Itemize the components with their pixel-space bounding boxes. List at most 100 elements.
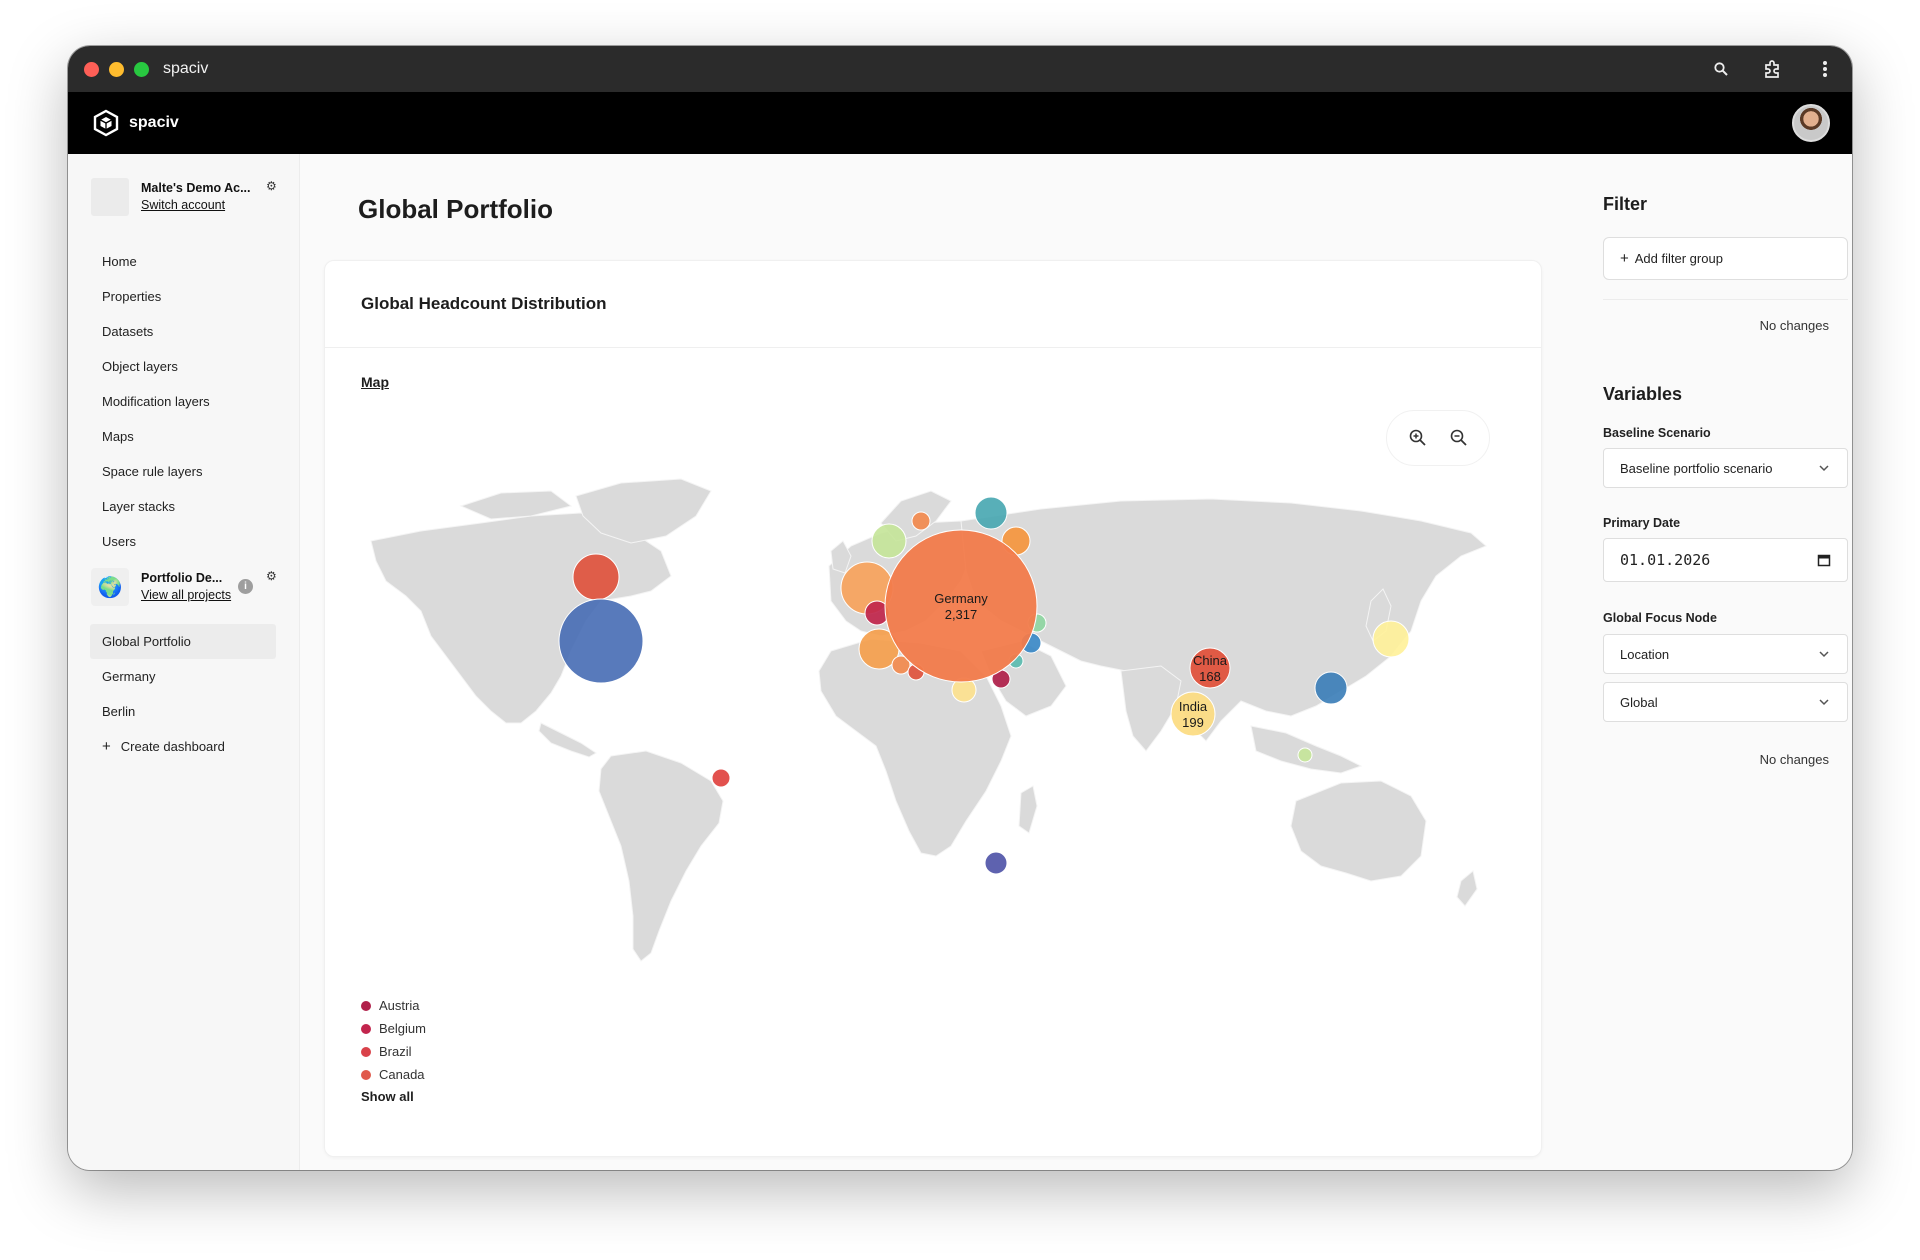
map-south-america (598, 750, 724, 962)
primary-date-value: 01.01.2026 (1620, 551, 1711, 569)
create-dashboard-button[interactable]: + Create dashboard (90, 729, 276, 764)
map-madagascar (1018, 785, 1038, 834)
map-bubble[interactable] (711, 768, 731, 788)
map-bubble[interactable] (871, 523, 907, 559)
create-dashboard-label: Create dashboard (120, 739, 225, 754)
account-settings-gear-icon[interactable]: ⚙ (266, 179, 277, 193)
headcount-card: Global Headcount Distribution Map German… (324, 260, 1542, 1157)
map-legend: Austria Belgium Brazil Canada (361, 994, 426, 1086)
dashboard-item-germany[interactable]: Germany (90, 659, 276, 694)
project-switcher: 🌍 Portfolio De... View all projects (91, 568, 231, 606)
legend-item-brazil[interactable]: Brazil (361, 1040, 426, 1063)
bubble-value: 2,317 (945, 607, 978, 622)
legend-dot (361, 1023, 371, 1034)
legend-item-austria[interactable]: Austria (361, 994, 426, 1017)
zoom-in-icon[interactable] (1404, 424, 1432, 452)
nav-item-object-layers[interactable]: Object layers (90, 349, 276, 384)
view-all-projects-link[interactable]: View all projects (141, 588, 231, 602)
minimize-window-button[interactable] (109, 61, 124, 77)
plus-icon: + (102, 738, 111, 755)
tab-map[interactable]: Map (361, 374, 389, 390)
account-avatar (91, 178, 129, 216)
map-bubble[interactable] (1297, 747, 1313, 763)
nav-item-space-rule-layers[interactable]: Space rule layers (90, 454, 276, 489)
map-australia (1290, 780, 1427, 882)
browser-window: spaciv spaciv Malte's Demo Ac... Switch … (68, 46, 1852, 1170)
legend-label: Canada (379, 1067, 425, 1082)
zoom-controls (1386, 410, 1490, 466)
legend-item-belgium[interactable]: Belgium (361, 1017, 426, 1040)
baseline-scenario-select[interactable]: Baseline portfolio scenario (1603, 448, 1848, 488)
map-bubble[interactable] (558, 598, 644, 684)
variables-status: No changes (1759, 752, 1829, 767)
focus-node-type-select[interactable]: Location (1603, 634, 1848, 674)
nav-item-maps[interactable]: Maps (90, 419, 276, 454)
legend-dot (361, 1069, 371, 1080)
page-title: Global Portfolio (358, 194, 553, 224)
nav-item-layer-stacks[interactable]: Layer stacks (90, 489, 276, 524)
zoom-out-icon[interactable] (1445, 424, 1473, 452)
filter-divider (1603, 299, 1848, 300)
calendar-icon[interactable] (1817, 553, 1831, 567)
map-bubble[interactable] (1314, 671, 1348, 705)
filter-status: No changes (1759, 318, 1829, 333)
map-bubble[interactable] (911, 511, 931, 531)
search-icon[interactable] (1710, 58, 1732, 80)
map-bubble[interactable] (1372, 620, 1410, 658)
legend-label: Belgium (379, 1021, 426, 1036)
map-new-zealand (1456, 870, 1478, 907)
legend-label: Austria (379, 998, 420, 1013)
legend-label: Brazil (379, 1044, 412, 1059)
chevron-down-icon (1819, 651, 1829, 658)
dashboard-list: Global Portfolio Germany Berlin + Create… (90, 624, 276, 764)
account-name: Malte's Demo Ac... (141, 181, 251, 195)
dashboard-item-global-portfolio[interactable]: Global Portfolio (90, 624, 276, 659)
nav-item-users[interactable]: Users (90, 524, 276, 559)
nav-item-modification-layers[interactable]: Modification layers (90, 384, 276, 419)
nav-item-datasets[interactable]: Datasets (90, 314, 276, 349)
map-bubble-germany[interactable] (884, 529, 1038, 683)
project-info-icon[interactable]: i (238, 579, 253, 594)
main-nav: Home Properties Datasets Object layers M… (90, 244, 276, 559)
chevron-down-icon (1819, 465, 1829, 472)
bubble-label: Germany (934, 591, 988, 606)
primary-date-input[interactable]: 01.01.2026 (1603, 538, 1848, 582)
map-bubble[interactable] (572, 553, 620, 601)
maximize-window-button[interactable] (134, 61, 149, 77)
project-settings-gear-icon[interactable]: ⚙ (266, 569, 277, 583)
brand-name: spaciv (129, 114, 179, 131)
world-map[interactable]: Germany2,317 India199 China168 (361, 461, 1501, 981)
window-controls (84, 61, 149, 77)
card-divider (325, 347, 1541, 348)
user-avatar[interactable] (1792, 104, 1830, 142)
map-bubble[interactable] (974, 496, 1008, 530)
filter-heading: Filter (1603, 194, 1648, 214)
title-bar: spaciv (68, 46, 1852, 92)
switch-account-link[interactable]: Switch account (141, 198, 251, 212)
focus-node-type-value: Location (1620, 646, 1670, 662)
focus-node-value: Global (1620, 694, 1658, 710)
bubble-value: 199 (1182, 715, 1204, 730)
show-all-legend-button[interactable]: Show all (361, 1089, 414, 1104)
window-title: spaciv (163, 60, 209, 77)
global-focus-node-label: Global Focus Node (1603, 611, 1717, 625)
dashboard-item-berlin[interactable]: Berlin (90, 694, 276, 729)
primary-date-label: Primary Date (1603, 516, 1681, 530)
extension-icon[interactable] (1762, 58, 1784, 80)
nav-item-home[interactable]: Home (90, 244, 276, 279)
map-central-america (538, 722, 597, 758)
more-menu-icon[interactable] (1814, 58, 1836, 80)
add-filter-group-button[interactable]: + Add filter group (1603, 237, 1848, 280)
focus-node-select[interactable]: Global (1603, 682, 1848, 722)
sidebar: Malte's Demo Ac... Switch account ⚙ Home… (68, 154, 300, 1170)
chevron-down-icon (1819, 699, 1829, 706)
close-window-button[interactable] (84, 61, 99, 77)
app-header: spaciv (68, 92, 1852, 154)
legend-item-canada[interactable]: Canada (361, 1063, 426, 1086)
globe-icon: 🌍 (91, 568, 129, 606)
map-bubble[interactable] (984, 851, 1008, 875)
plus-icon: + (1620, 250, 1629, 267)
nav-item-properties[interactable]: Properties (90, 279, 276, 314)
spaciv-logo-icon[interactable] (92, 109, 120, 137)
bubble-label: China (1193, 653, 1228, 668)
